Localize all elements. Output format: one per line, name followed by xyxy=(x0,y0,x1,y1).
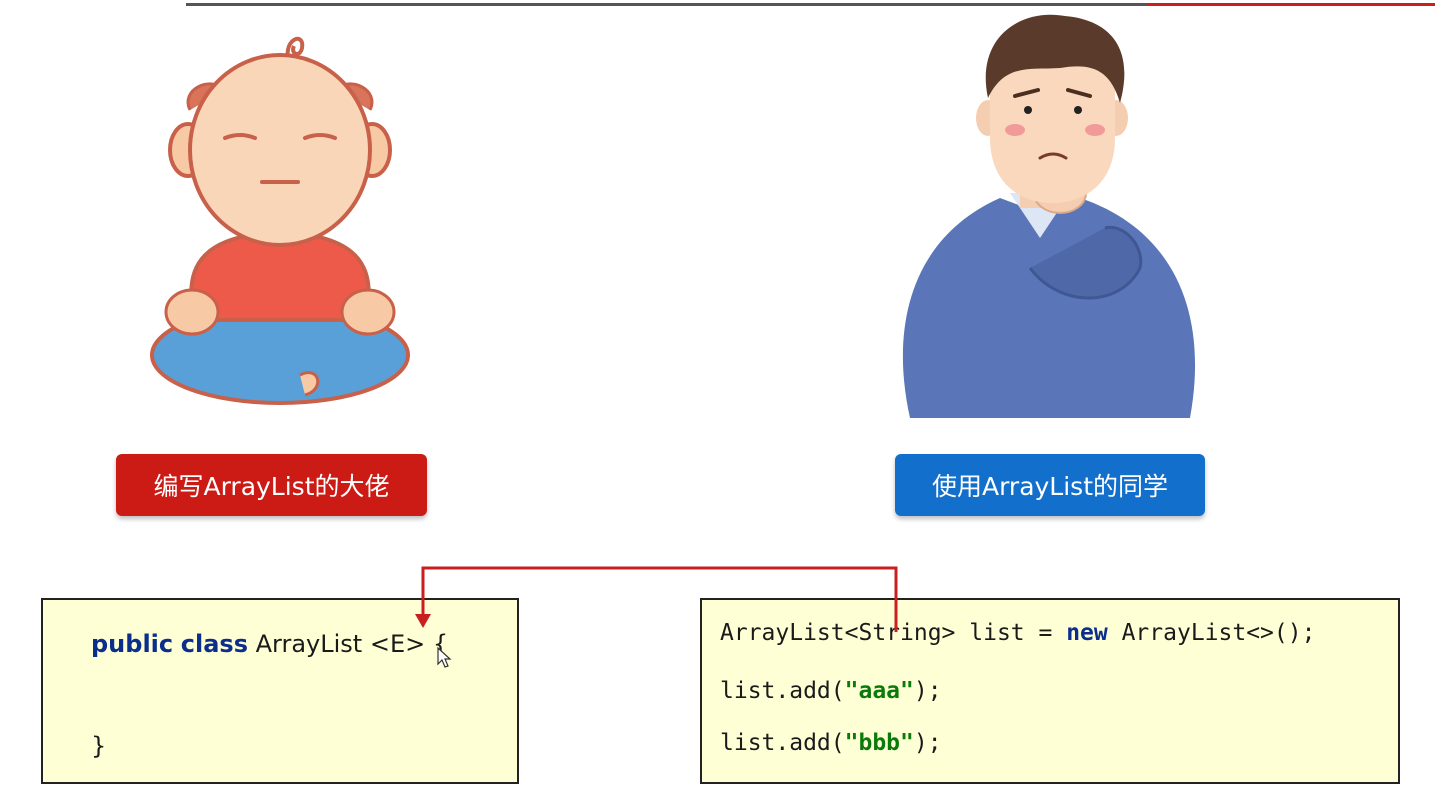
add-aaa-line: list.add("aaa"); xyxy=(720,678,942,704)
add-call-end: ); xyxy=(913,678,942,704)
user-label: 使用ArrayList的同学 xyxy=(895,454,1205,516)
keyword-class: class xyxy=(180,630,248,658)
keyword-public: public xyxy=(91,630,174,658)
top-progress-track xyxy=(186,3,1148,6)
author-label: 编写ArrayList的大佬 xyxy=(116,454,427,516)
declaration-line: ArrayList<String> list = new ArrayList<>… xyxy=(720,620,1315,646)
string-bbb: "bbb" xyxy=(844,730,914,756)
add-call-start: list.add( xyxy=(720,678,845,704)
user-label-text: 使用ArrayList的同学 xyxy=(931,472,1169,501)
string-aaa: "aaa" xyxy=(844,678,914,704)
add-bbb-line: list.add("bbb"); xyxy=(720,730,942,756)
class-declaration-line: public class ArrayList <E> { xyxy=(91,630,448,658)
class-definition-code-box: public class ArrayList <E> { } xyxy=(41,598,519,784)
meditating-developer-illustration xyxy=(150,36,410,405)
thinking-student-illustration xyxy=(902,14,1196,418)
class-signature: ArrayList <E> { xyxy=(247,630,449,658)
declaration-end: ArrayList<>(); xyxy=(1107,620,1316,646)
author-label-text: 编写ArrayList的大佬 xyxy=(153,472,390,501)
top-progress-accent xyxy=(1148,3,1435,6)
closing-brace-line: } xyxy=(91,732,107,760)
keyword-new: new xyxy=(1066,620,1108,646)
usage-code-box: ArrayList<String> list = new ArrayList<>… xyxy=(700,598,1400,784)
add-call-start: list.add( xyxy=(720,730,845,756)
declaration-start: ArrayList<String> list = xyxy=(720,620,1067,646)
add-call-end: ); xyxy=(913,730,942,756)
